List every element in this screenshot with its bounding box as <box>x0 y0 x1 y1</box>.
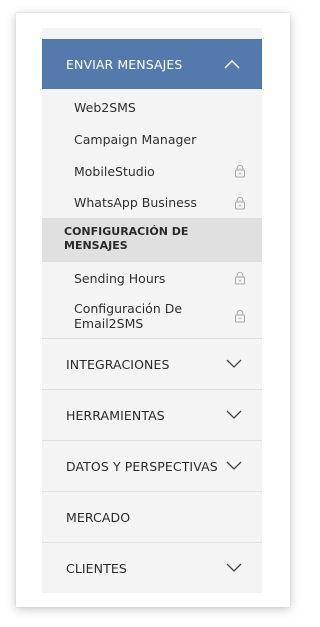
menu-item-label: Web2SMS <box>74 99 136 115</box>
lock-icon <box>235 309 245 323</box>
subsection-configuracion-de-mensajes: CONFIGURACIÓN DE MENSAJES <box>42 218 262 262</box>
section-mercado[interactable]: MERCADO <box>42 492 262 542</box>
chevron-down-icon[interactable] <box>226 359 242 369</box>
section-datos-y-perspectivas[interactable]: DATOS Y PERSPECTIVAS <box>42 441 262 491</box>
chevron-down-icon[interactable] <box>226 563 242 573</box>
section-enviar-mensajes[interactable]: ENVIAR MENSAJES <box>42 39 262 89</box>
menu-item-web2sms[interactable]: Web2SMS <box>42 91 262 123</box>
section-label: INTEGRACIONES <box>66 356 170 372</box>
section-integraciones[interactable]: INTEGRACIONES <box>42 339 262 389</box>
section-label: HERRAMIENTAS <box>66 407 165 423</box>
menu-item-mobilestudio[interactable]: MobileStudio <box>42 155 262 187</box>
menu-item-label: MobileStudio <box>74 163 155 179</box>
section-clientes[interactable]: CLIENTES <box>42 543 262 593</box>
menu-item-sending-hours[interactable]: Sending Hours <box>42 263 262 293</box>
section-label: ENVIAR MENSAJES <box>66 56 183 72</box>
lock-icon <box>235 164 245 178</box>
section-label: DATOS Y PERSPECTIVAS <box>66 458 218 474</box>
section-label: CLIENTES <box>66 560 127 576</box>
section-herramientas[interactable]: HERRAMIENTAS <box>42 390 262 440</box>
lock-icon <box>235 271 245 285</box>
menu-item-whatsapp-business[interactable]: WhatsApp Business <box>42 187 262 218</box>
menu-item-campaign-manager[interactable]: Campaign Manager <box>42 123 262 155</box>
subsection-label: CONFIGURACIÓN DE MENSAJES <box>64 225 189 252</box>
menu-item-label: Sending Hours <box>74 270 166 286</box>
section-label: MERCADO <box>66 509 131 525</box>
menu-item-label: Configuración De Email2SMS <box>74 301 183 331</box>
menu-item-configuracion-email2sms[interactable]: Configuración De Email2SMS <box>42 296 262 336</box>
chevron-down-icon[interactable] <box>226 410 242 420</box>
chevron-up-icon[interactable] <box>224 59 240 69</box>
chevron-down-icon[interactable] <box>226 461 242 471</box>
menu-item-label: WhatsApp Business <box>74 195 197 210</box>
menu-item-label: Campaign Manager <box>74 131 197 147</box>
lock-icon <box>235 196 245 209</box>
